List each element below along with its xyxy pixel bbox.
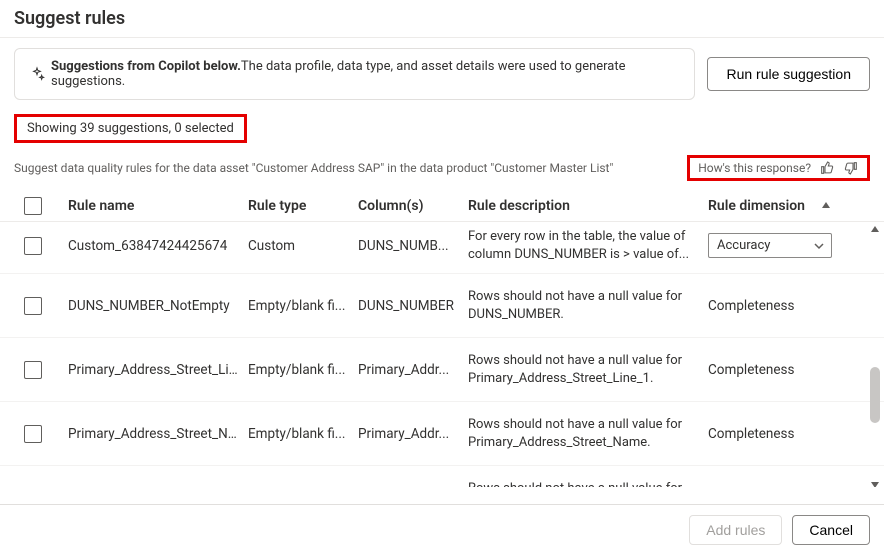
col-columns[interactable]: Column(s) (358, 198, 468, 214)
cell-rule-description: Rows should not have a null value for Pr… (468, 416, 708, 451)
sparkle-icon (29, 66, 45, 82)
cancel-button[interactable]: Cancel (792, 515, 870, 545)
select-all-checkbox[interactable] (24, 197, 42, 215)
table-row: Primary_Address_Street_Lin...Empty/blank… (0, 338, 884, 402)
copilot-info-pill: Suggestions from Copilot below.The data … (14, 48, 695, 100)
table-row: Primary_Address_Street_Na...Empty/blank … (0, 402, 884, 466)
cell-columns: DUNS_NUMB... (358, 238, 468, 254)
header-checkbox-cell (14, 197, 68, 215)
scroll-up-icon[interactable] (869, 223, 881, 235)
row-checkbox-cell (14, 297, 68, 315)
cell-rule-description: Rows should not have a null value for Pr… (468, 480, 708, 487)
suggestions-count: Showing 39 suggestions, 0 selected (14, 114, 247, 143)
cell-rule-dimension: Completeness (708, 426, 858, 442)
row-checkbox[interactable] (24, 361, 42, 379)
col-rule-type[interactable]: Rule type (248, 198, 358, 214)
copilot-info-bold: Suggestions from Copilot below. (51, 59, 241, 74)
feedback-box: How's this response? (687, 155, 870, 181)
cell-rule-description: Rows should not have a null value for Pr… (468, 352, 708, 387)
row-checkbox[interactable] (24, 425, 42, 443)
copilot-info-text: Suggestions from Copilot below.The data … (51, 59, 680, 89)
col-rule-dimension[interactable]: Rule dimension (708, 198, 858, 214)
table-row: DUNS_NUMBER_NotEmptyEmpty/blank fi...DUN… (0, 274, 884, 338)
info-row: Suggestions from Copilot below.The data … (0, 38, 884, 100)
cell-rule-type: Empty/blank fi... (248, 426, 358, 442)
scroll-thumb[interactable] (870, 367, 880, 423)
row-checkbox-cell (14, 237, 68, 255)
cell-rule-dimension: Accuracy (708, 233, 858, 258)
footer: Add rules Cancel (0, 504, 884, 555)
thumbs-up-icon[interactable] (819, 160, 835, 176)
feedback-label: How's this response? (698, 161, 811, 175)
cell-columns: DUNS_NUMBER (358, 298, 468, 314)
cell-rule-type: Empty/blank fi... (248, 362, 358, 378)
row-checkbox-cell (14, 425, 68, 443)
cell-rule-name: Primary_Address_Street_Lin... (68, 362, 248, 378)
col-rule-dimension-label: Rule dimension (708, 198, 805, 214)
sort-asc-icon (820, 200, 832, 212)
chevron-down-icon (813, 240, 825, 252)
scrollbar[interactable] (868, 227, 882, 487)
table-row: Primary_Business_Name_N...Empty/blank fi… (0, 466, 884, 487)
cell-rule-description: Rows should not have a null value for DU… (468, 288, 708, 323)
table-header: Rule name Rule type Column(s) Rule descr… (0, 191, 884, 222)
cell-rule-description: For every row in the table, the value of… (468, 228, 708, 263)
cell-rule-dimension: Completeness (708, 298, 858, 314)
cell-columns: Primary_Addr... (358, 362, 468, 378)
cell-rule-name: Custom_63847424425674 (68, 238, 248, 254)
count-row: Showing 39 suggestions, 0 selected (14, 114, 870, 143)
table-row: Custom_63847424425674CustomDUNS_NUMB...F… (0, 222, 884, 274)
cell-rule-type: Custom (248, 238, 358, 254)
col-rule-description[interactable]: Rule description (468, 198, 708, 214)
run-rule-suggestion-button[interactable]: Run rule suggestion (707, 57, 870, 91)
cell-rule-name: DUNS_NUMBER_NotEmpty (68, 298, 248, 314)
rules-table: Rule name Rule type Column(s) Rule descr… (0, 191, 884, 487)
row-checkbox[interactable] (24, 297, 42, 315)
row-checkbox[interactable] (24, 237, 42, 255)
cell-rule-type: Empty/blank fi... (248, 298, 358, 314)
desc-row: Suggest data quality rules for the data … (0, 143, 884, 181)
rule-dimension-value: Accuracy (717, 238, 770, 253)
cell-rule-name: Primary_Address_Street_Na... (68, 426, 248, 442)
page-title: Suggest rules (0, 0, 884, 37)
cell-rule-dimension: Completeness (708, 362, 858, 378)
add-rules-button[interactable]: Add rules (689, 515, 782, 545)
query-description: Suggest data quality rules for the data … (14, 161, 675, 175)
row-checkbox-cell (14, 361, 68, 379)
col-rule-name[interactable]: Rule name (68, 198, 248, 214)
cell-columns: Primary_Addr... (358, 426, 468, 442)
thumbs-down-icon[interactable] (843, 160, 859, 176)
rule-dimension-select[interactable]: Accuracy (708, 233, 832, 258)
scroll-down-icon[interactable] (869, 479, 881, 487)
